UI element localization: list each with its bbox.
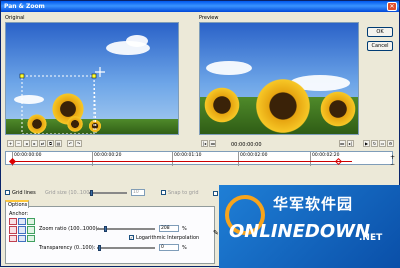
original-label: Original	[5, 15, 25, 21]
cancel-button[interactable]: Cancel	[367, 41, 393, 51]
title-bar: Pan & Zoom ✕	[1, 1, 399, 12]
zoom-out-icon[interactable]: −	[390, 161, 395, 168]
grid-size-label: Grid size (10..100)	[45, 190, 92, 196]
anchor-grid[interactable]	[9, 218, 35, 242]
zoom-in-icon[interactable]: +	[390, 154, 395, 161]
rewind-icon[interactable]: ◂◂	[209, 140, 216, 147]
logarithmic-label: Logarithmic Interpolation	[136, 235, 200, 241]
close-icon[interactable]: ✕	[387, 2, 397, 11]
pen-icon: ✎	[213, 229, 219, 237]
transparency-input[interactable]: 0	[159, 244, 179, 251]
start-keyframe-icon[interactable]	[8, 157, 17, 166]
preview-timecode: 00:00:00:00	[231, 142, 262, 148]
watermark-logo: 华军软件园 ONLINEDOWN .NET	[219, 185, 400, 268]
loop-icon[interactable]: ↻	[371, 140, 378, 147]
original-panel[interactable]	[5, 22, 179, 135]
reverse-icon[interactable]: ⇄	[39, 140, 46, 147]
prev-keyframe-icon[interactable]: ◂	[23, 140, 30, 147]
grid-lines-checkbox[interactable]	[5, 190, 10, 195]
window-title: Pan & Zoom	[4, 3, 45, 10]
grid-size-input[interactable]: 10	[131, 189, 145, 196]
extra-checkbox[interactable]	[213, 191, 218, 196]
preview-label: Preview	[199, 15, 219, 21]
zoom-unit: %	[182, 226, 187, 232]
watermark-chinese: 华军软件园	[273, 195, 354, 213]
watermark-onlinedown: ONLINEDOWN	[229, 221, 371, 242]
timeline-tick-label: 00:00:00:20	[94, 153, 122, 158]
zoom-fit-icon[interactable]: ▭	[379, 140, 386, 147]
redo-icon[interactable]: ↷	[75, 140, 82, 147]
timeline-tick-label: 00:00:01:10	[174, 153, 202, 158]
settings-icon[interactable]: ⚙	[387, 140, 394, 147]
copy-icon[interactable]: ⧉	[47, 140, 54, 147]
forward-icon[interactable]: ▸▸	[339, 140, 346, 147]
timeline-tick-label: 00:00:00:00	[14, 153, 42, 158]
end-keyframe-icon[interactable]	[334, 157, 343, 166]
timeline[interactable]: 00:00:00:00 00:00:00:20 00:00:01:10 00:0…	[5, 151, 393, 166]
transparency-unit: %	[182, 245, 187, 251]
timeline-tick-label: 00:00:02:20	[312, 153, 340, 158]
zoom-ratio-slider[interactable]	[97, 226, 155, 232]
snap-to-grid-label: Snap to grid	[168, 190, 199, 196]
ok-button[interactable]: OK	[367, 27, 393, 37]
grid-size-slider[interactable]	[89, 190, 127, 196]
tab-options[interactable]: Options	[5, 200, 29, 208]
snap-to-grid-checkbox[interactable]	[161, 190, 166, 195]
undo-icon[interactable]: ↶	[67, 140, 74, 147]
move-cursor-icon	[95, 67, 105, 77]
timeline-tick-label: 00:00:02:00	[240, 153, 268, 158]
home-icon[interactable]: |◂	[201, 140, 208, 147]
zoom-ratio-input[interactable]: 208	[159, 225, 179, 232]
next-keyframe-icon[interactable]: ▸	[31, 140, 38, 147]
zoom-ratio-label: Zoom ratio (100..1000):	[39, 226, 100, 232]
watermark-net: .NET	[359, 233, 383, 243]
pan-zoom-dialog: Pan & Zoom ✕ Original Preview OK Cancel …	[0, 0, 400, 268]
anchor-label: Anchor:	[9, 211, 29, 217]
end-icon[interactable]: ▸|	[347, 140, 354, 147]
paste-icon[interactable]: ▤	[55, 140, 62, 147]
logarithmic-checkbox[interactable]: ✓	[129, 235, 134, 240]
selection-rectangle[interactable]	[6, 23, 179, 135]
remove-keyframe-icon[interactable]: −	[15, 140, 22, 147]
transparency-label: Transparency (0..100):	[39, 245, 96, 251]
transparency-slider[interactable]	[97, 245, 155, 251]
add-keyframe-icon[interactable]: +	[7, 140, 14, 147]
timeline-track	[12, 161, 352, 162]
preview-panel	[199, 22, 359, 135]
play-icon[interactable]: ▶	[363, 140, 370, 147]
grid-lines-label: Grid lines	[12, 190, 36, 196]
